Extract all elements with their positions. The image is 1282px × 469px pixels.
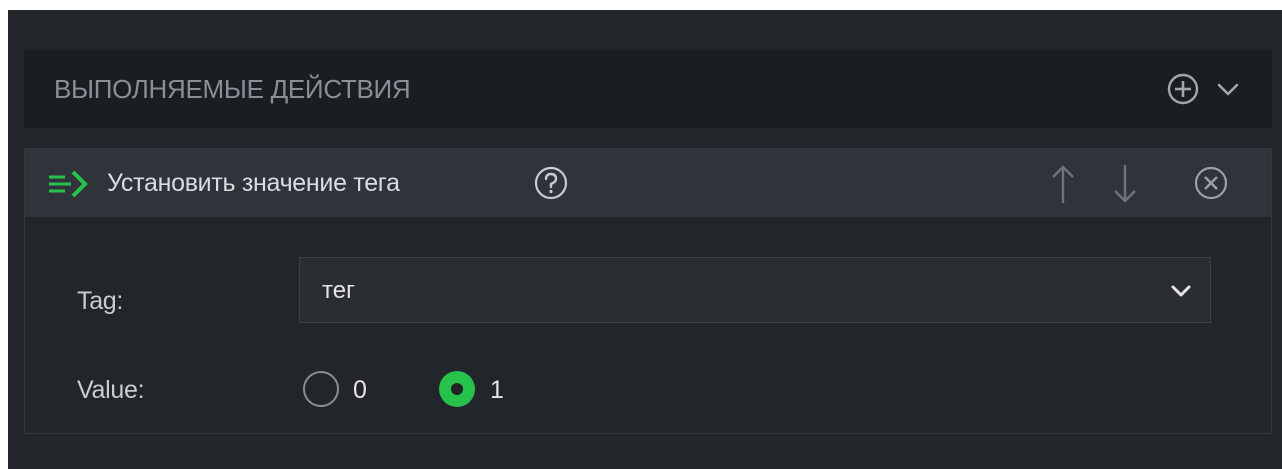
tag-label: Tag: (77, 287, 124, 315)
arrow-down-icon[interactable] (1105, 163, 1145, 210)
value-label: Value: (77, 376, 145, 404)
section-title: ВЫПОЛНЯЕМЫЕ ДЕЙСТВИЯ (54, 73, 411, 104)
question-circle-icon[interactable] (533, 165, 569, 206)
header-actions (1166, 50, 1242, 128)
close-circle-icon[interactable] (1193, 165, 1229, 206)
value-radio-0[interactable] (303, 371, 339, 407)
value-radio-1-label: 1 (490, 376, 504, 404)
action-title: Установить значение тега (107, 169, 400, 197)
arrow-right-lines-icon (47, 169, 97, 204)
value-radio-0-label: 0 (353, 376, 367, 404)
arrow-up-icon[interactable] (1043, 163, 1083, 210)
chevron-down-icon (1170, 281, 1192, 306)
action-bar: Установить значение тега (25, 149, 1271, 217)
tag-select-value: тег (322, 277, 355, 304)
tag-select[interactable]: тег (299, 257, 1211, 323)
section-header: ВЫПОЛНЯЕМЫЕ ДЕЙСТВИЯ (24, 50, 1272, 128)
actions-panel: ВЫПОЛНЯЕМЫЕ ДЕЙСТВИЯ Установить значение… (8, 10, 1282, 469)
action-card: Установить значение тега Tag: тег Value:… (24, 148, 1272, 434)
value-radio-1[interactable] (439, 371, 475, 407)
plus-circle-icon[interactable] (1166, 72, 1200, 106)
chevron-down-icon[interactable] (1214, 75, 1242, 103)
